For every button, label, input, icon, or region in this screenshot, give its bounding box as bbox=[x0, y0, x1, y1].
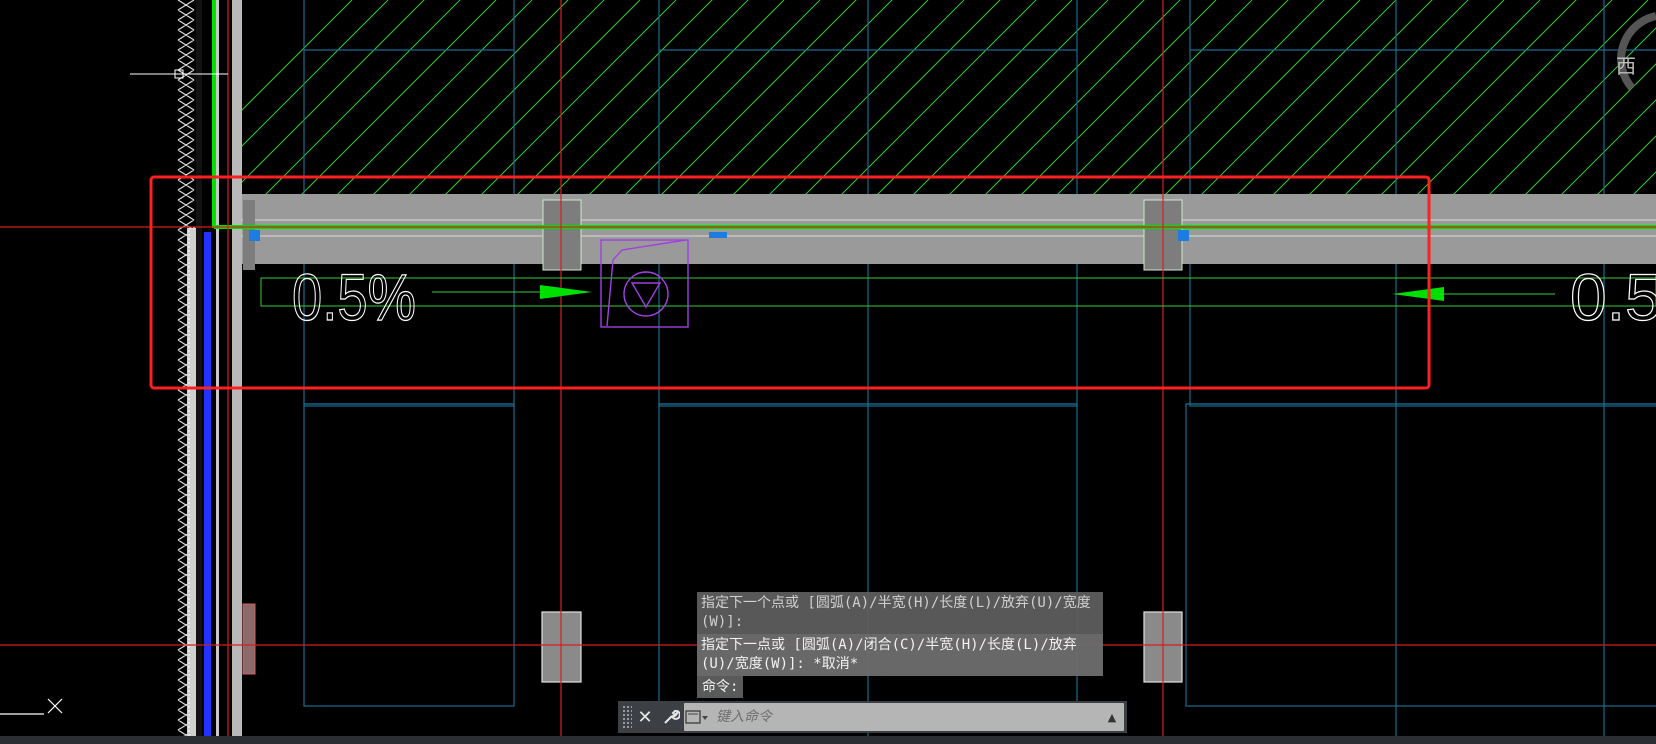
grip-handle[interactable] bbox=[709, 232, 727, 238]
slope-label-left: 0.5% bbox=[292, 260, 416, 334]
slope-arrow-left bbox=[1392, 287, 1444, 301]
command-input[interactable] bbox=[710, 706, 1100, 728]
command-history-line: 指定下一个点或 [圆弧(A)/半宽(H)/长度(L)/放弃(U)/宽度(W)]: bbox=[697, 592, 1103, 634]
status-strip bbox=[0, 736, 1656, 744]
command-history-line: 指定下一点或 [圆弧(A)/闭合(C)/半宽(H)/长度(L)/放弃(U)/宽度… bbox=[697, 634, 1103, 676]
grip-handle[interactable] bbox=[249, 230, 260, 241]
wrench-icon[interactable] bbox=[658, 703, 684, 731]
command-input-box[interactable]: ▲ bbox=[684, 703, 1124, 731]
command-prompt-label: 命令: bbox=[697, 676, 744, 698]
grip-handle[interactable] bbox=[1178, 230, 1189, 241]
ucs-icon bbox=[0, 698, 63, 715]
slope-label-right: 0.5 bbox=[1570, 260, 1656, 334]
column bbox=[542, 199, 582, 271]
command-line-bar: ✕ ▲ bbox=[618, 701, 1127, 733]
exterior-wall bbox=[176, 0, 242, 744]
slope-arrow-right bbox=[540, 285, 592, 299]
chevron-up-icon[interactable]: ▲ bbox=[1100, 703, 1124, 731]
command-prompt-icon[interactable] bbox=[684, 703, 710, 731]
drag-handle[interactable] bbox=[622, 705, 632, 729]
close-icon[interactable]: ✕ bbox=[632, 703, 658, 731]
viewcube-west-label[interactable]: 西 bbox=[1616, 50, 1636, 79]
